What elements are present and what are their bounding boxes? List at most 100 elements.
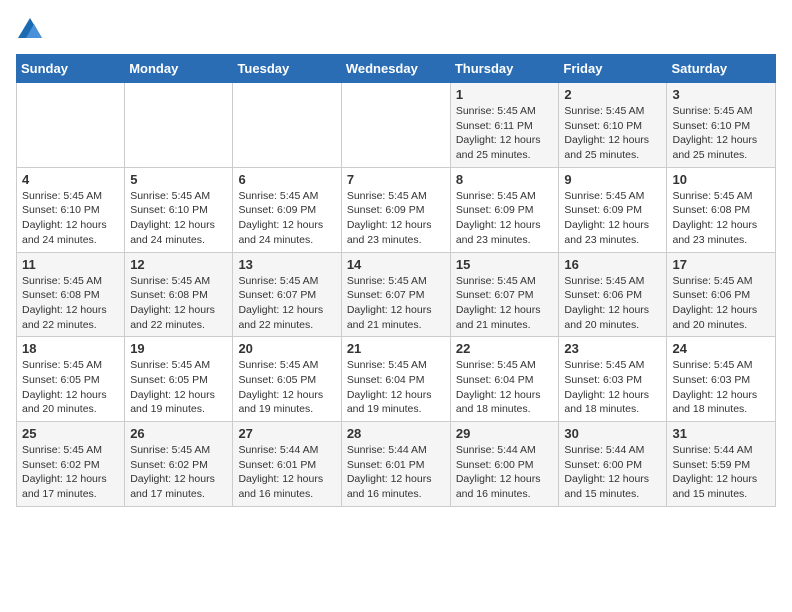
day-cell: 31 Sunrise: 5:44 AM Sunset: 5:59 PM Dayli… bbox=[667, 422, 776, 507]
day-cell: 15 Sunrise: 5:45 AM Sunset: 6:07 PM Dayli… bbox=[450, 252, 559, 337]
header-cell-tuesday: Tuesday bbox=[233, 55, 341, 83]
day-info: Sunrise: 5:45 AM Sunset: 6:07 PM Dayligh… bbox=[238, 274, 335, 333]
day-info: Sunrise: 5:45 AM Sunset: 6:09 PM Dayligh… bbox=[238, 189, 335, 248]
day-info: Sunrise: 5:45 AM Sunset: 6:10 PM Dayligh… bbox=[672, 104, 770, 163]
calendar-table: SundayMondayTuesdayWednesdayThursdayFrid… bbox=[16, 54, 776, 507]
day-cell: 11 Sunrise: 5:45 AM Sunset: 6:08 PM Dayli… bbox=[17, 252, 125, 337]
day-cell: 25 Sunrise: 5:45 AM Sunset: 6:02 PM Dayli… bbox=[17, 422, 125, 507]
day-info: Sunrise: 5:44 AM Sunset: 6:00 PM Dayligh… bbox=[564, 443, 661, 502]
day-info: Sunrise: 5:44 AM Sunset: 5:59 PM Dayligh… bbox=[672, 443, 770, 502]
day-cell: 23Sunrise: 5:45 AM Sunset: 6:03 PM Dayli… bbox=[559, 337, 667, 422]
day-info: Sunrise: 5:45 AM Sunset: 6:07 PM Dayligh… bbox=[456, 274, 554, 333]
day-cell: 24Sunrise: 5:45 AM Sunset: 6:03 PM Dayli… bbox=[667, 337, 776, 422]
logo bbox=[16, 16, 48, 44]
day-number: 27 bbox=[238, 426, 335, 441]
day-number: 20 bbox=[238, 341, 335, 356]
day-number: 2 bbox=[564, 87, 661, 102]
day-info: Sunrise: 5:45 AM Sunset: 6:09 PM Dayligh… bbox=[564, 189, 661, 248]
header-cell-thursday: Thursday bbox=[450, 55, 559, 83]
day-cell: 1 Sunrise: 5:45 AM Sunset: 6:11 PM Daylig… bbox=[450, 83, 559, 168]
week-row-2: 4 Sunrise: 5:45 AM Sunset: 6:10 PM Daylig… bbox=[17, 167, 776, 252]
day-cell: 17Sunrise: 5:45 AM Sunset: 6:06 PM Dayli… bbox=[667, 252, 776, 337]
day-cell: 14 Sunrise: 5:45 AM Sunset: 6:07 PM Dayli… bbox=[341, 252, 450, 337]
day-cell: 30 Sunrise: 5:44 AM Sunset: 6:00 PM Dayli… bbox=[559, 422, 667, 507]
day-cell: 12Sunrise: 5:45 AM Sunset: 6:08 PM Dayli… bbox=[125, 252, 233, 337]
day-cell bbox=[17, 83, 125, 168]
day-info: Sunrise: 5:45 AM Sunset: 6:10 PM Dayligh… bbox=[564, 104, 661, 163]
day-info: Sunrise: 5:45 AM Sunset: 6:04 PM Dayligh… bbox=[347, 358, 445, 417]
week-row-5: 25 Sunrise: 5:45 AM Sunset: 6:02 PM Dayli… bbox=[17, 422, 776, 507]
day-info: Sunrise: 5:45 AM Sunset: 6:10 PM Dayligh… bbox=[130, 189, 227, 248]
day-cell: 10Sunrise: 5:45 AM Sunset: 6:08 PM Dayli… bbox=[667, 167, 776, 252]
day-number: 1 bbox=[456, 87, 554, 102]
day-cell bbox=[125, 83, 233, 168]
header bbox=[16, 16, 776, 44]
day-info: Sunrise: 5:45 AM Sunset: 6:10 PM Dayligh… bbox=[22, 189, 119, 248]
day-number: 13 bbox=[238, 257, 335, 272]
day-info: Sunrise: 5:44 AM Sunset: 6:01 PM Dayligh… bbox=[238, 443, 335, 502]
calendar-body: 1 Sunrise: 5:45 AM Sunset: 6:11 PM Daylig… bbox=[17, 83, 776, 507]
day-number: 24 bbox=[672, 341, 770, 356]
header-cell-monday: Monday bbox=[125, 55, 233, 83]
day-info: Sunrise: 5:45 AM Sunset: 6:05 PM Dayligh… bbox=[22, 358, 119, 417]
day-cell: 3 Sunrise: 5:45 AM Sunset: 6:10 PM Daylig… bbox=[667, 83, 776, 168]
day-number: 14 bbox=[347, 257, 445, 272]
day-info: Sunrise: 5:45 AM Sunset: 6:09 PM Dayligh… bbox=[456, 189, 554, 248]
day-cell: 4 Sunrise: 5:45 AM Sunset: 6:10 PM Daylig… bbox=[17, 167, 125, 252]
day-number: 25 bbox=[22, 426, 119, 441]
day-number: 12 bbox=[130, 257, 227, 272]
day-cell: 8Sunrise: 5:45 AM Sunset: 6:09 PM Daylig… bbox=[450, 167, 559, 252]
day-info: Sunrise: 5:45 AM Sunset: 6:07 PM Dayligh… bbox=[347, 274, 445, 333]
day-number: 18 bbox=[22, 341, 119, 356]
day-info: Sunrise: 5:45 AM Sunset: 6:08 PM Dayligh… bbox=[22, 274, 119, 333]
day-cell: 7 Sunrise: 5:45 AM Sunset: 6:09 PM Daylig… bbox=[341, 167, 450, 252]
day-number: 9 bbox=[564, 172, 661, 187]
day-cell: 9 Sunrise: 5:45 AM Sunset: 6:09 PM Daylig… bbox=[559, 167, 667, 252]
day-info: Sunrise: 5:45 AM Sunset: 6:02 PM Dayligh… bbox=[130, 443, 227, 502]
day-cell: 21 Sunrise: 5:45 AM Sunset: 6:04 PM Dayli… bbox=[341, 337, 450, 422]
day-cell: 27 Sunrise: 5:44 AM Sunset: 6:01 PM Dayli… bbox=[233, 422, 341, 507]
day-info: Sunrise: 5:45 AM Sunset: 6:09 PM Dayligh… bbox=[347, 189, 445, 248]
day-cell: 26Sunrise: 5:45 AM Sunset: 6:02 PM Dayli… bbox=[125, 422, 233, 507]
day-number: 16 bbox=[564, 257, 661, 272]
header-cell-saturday: Saturday bbox=[667, 55, 776, 83]
day-info: Sunrise: 5:45 AM Sunset: 6:02 PM Dayligh… bbox=[22, 443, 119, 502]
day-number: 29 bbox=[456, 426, 554, 441]
day-number: 22 bbox=[456, 341, 554, 356]
day-info: Sunrise: 5:45 AM Sunset: 6:11 PM Dayligh… bbox=[456, 104, 554, 163]
day-number: 19 bbox=[130, 341, 227, 356]
day-number: 21 bbox=[347, 341, 445, 356]
calendar-header: SundayMondayTuesdayWednesdayThursdayFrid… bbox=[17, 55, 776, 83]
day-cell: 6 Sunrise: 5:45 AM Sunset: 6:09 PM Daylig… bbox=[233, 167, 341, 252]
day-number: 6 bbox=[238, 172, 335, 187]
day-cell: 5Sunrise: 5:45 AM Sunset: 6:10 PM Daylig… bbox=[125, 167, 233, 252]
day-number: 10 bbox=[672, 172, 770, 187]
logo-icon bbox=[16, 16, 44, 44]
day-number: 17 bbox=[672, 257, 770, 272]
day-number: 30 bbox=[564, 426, 661, 441]
day-cell: 20Sunrise: 5:45 AM Sunset: 6:05 PM Dayli… bbox=[233, 337, 341, 422]
day-number: 7 bbox=[347, 172, 445, 187]
day-number: 4 bbox=[22, 172, 119, 187]
day-number: 11 bbox=[22, 257, 119, 272]
day-info: Sunrise: 5:45 AM Sunset: 6:05 PM Dayligh… bbox=[130, 358, 227, 417]
week-row-1: 1 Sunrise: 5:45 AM Sunset: 6:11 PM Daylig… bbox=[17, 83, 776, 168]
day-cell bbox=[341, 83, 450, 168]
day-cell: 22 Sunrise: 5:45 AM Sunset: 6:04 PM Dayli… bbox=[450, 337, 559, 422]
day-info: Sunrise: 5:44 AM Sunset: 6:01 PM Dayligh… bbox=[347, 443, 445, 502]
day-cell: 13 Sunrise: 5:45 AM Sunset: 6:07 PM Dayli… bbox=[233, 252, 341, 337]
week-row-3: 11 Sunrise: 5:45 AM Sunset: 6:08 PM Dayli… bbox=[17, 252, 776, 337]
day-number: 31 bbox=[672, 426, 770, 441]
day-cell: 2 Sunrise: 5:45 AM Sunset: 6:10 PM Daylig… bbox=[559, 83, 667, 168]
day-info: Sunrise: 5:45 AM Sunset: 6:04 PM Dayligh… bbox=[456, 358, 554, 417]
day-number: 23 bbox=[564, 341, 661, 356]
day-number: 15 bbox=[456, 257, 554, 272]
day-cell: 19 Sunrise: 5:45 AM Sunset: 6:05 PM Dayli… bbox=[125, 337, 233, 422]
week-row-4: 18 Sunrise: 5:45 AM Sunset: 6:05 PM Dayli… bbox=[17, 337, 776, 422]
day-cell: 16 Sunrise: 5:45 AM Sunset: 6:06 PM Dayli… bbox=[559, 252, 667, 337]
header-cell-sunday: Sunday bbox=[17, 55, 125, 83]
day-info: Sunrise: 5:45 AM Sunset: 6:06 PM Dayligh… bbox=[564, 274, 661, 333]
day-cell: 18 Sunrise: 5:45 AM Sunset: 6:05 PM Dayli… bbox=[17, 337, 125, 422]
day-number: 3 bbox=[672, 87, 770, 102]
day-number: 28 bbox=[347, 426, 445, 441]
